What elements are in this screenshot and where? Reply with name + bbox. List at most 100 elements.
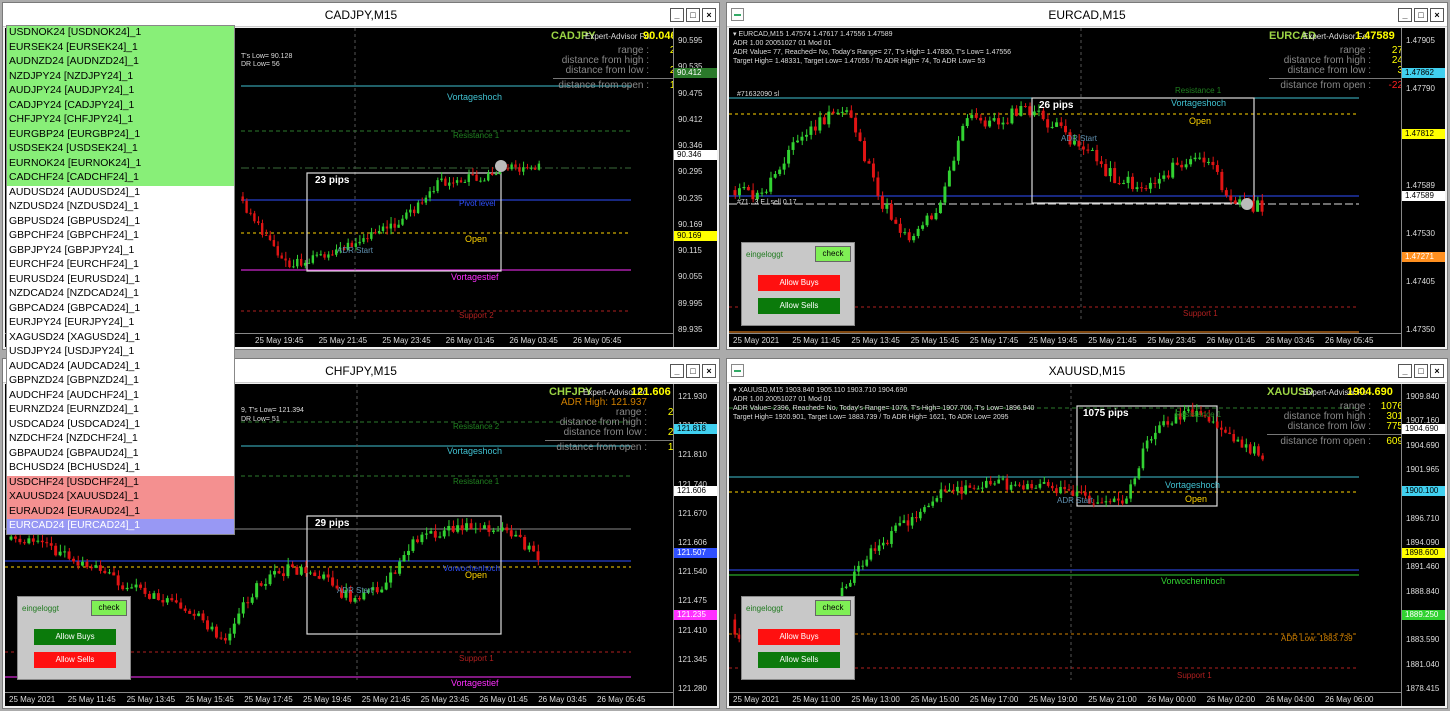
chart-window-eurcad[interactable]: EURCAD,M15 _ □ × ▾ EURCAD,M15 1.47574 1.… xyxy=(726,2,1448,350)
allow-sells-button[interactable]: Allow Sells xyxy=(758,652,840,668)
symbol-list-item[interactable]: EURNZD24 [EURNZD24]_1 xyxy=(7,403,234,418)
time-axis[interactable]: 25 May 2021 25 May 11:00 25 May 13:00 25 Ma… xyxy=(729,692,1401,706)
symbol-list-item[interactable]: AUDUSD24 [AUDUSD24]_1 xyxy=(7,185,234,200)
allow-sells-button[interactable]: Allow Sells xyxy=(34,652,116,668)
minimize-button[interactable]: _ xyxy=(670,8,684,22)
candle-body xyxy=(1122,182,1126,184)
price-axis[interactable]: 1909.8401907.1601904.6901901.9651899.340… xyxy=(1401,384,1445,706)
price-tick-label: 1.47790 xyxy=(1406,84,1435,94)
candle-body xyxy=(456,525,460,532)
candle-body xyxy=(526,167,529,169)
close-button[interactable]: × xyxy=(702,8,716,22)
candle-body xyxy=(1001,122,1005,125)
symbol-list-item[interactable]: NZDJPY24 [NZDJPY24]_1 xyxy=(7,69,234,84)
candle-body xyxy=(898,223,902,233)
symbol-list-item[interactable]: EURUSD24 [EURUSD24]_1 xyxy=(7,272,234,287)
close-button[interactable]: × xyxy=(1430,8,1444,22)
minimize-button[interactable]: _ xyxy=(1398,364,1412,378)
level-label: ADR Start xyxy=(1061,134,1098,143)
symbol-list-item[interactable]: USDCHF24 [USDCHF24]_1 xyxy=(7,475,234,490)
candle-body xyxy=(796,140,799,143)
indicator-info-line: ADR Value= 77, Reached= No, Today's Rang… xyxy=(733,49,1012,56)
symbol-list-item[interactable]: AUDNZD24 [AUDNZD24]_1 xyxy=(7,55,234,70)
symbol-list-item[interactable]: EURNOK24 [EURNOK24]_1 xyxy=(7,156,234,171)
symbol-list-item[interactable]: USDNOK24 [USDNOK24]_1 xyxy=(7,26,234,41)
price-tag: 1.47589 xyxy=(1402,190,1445,201)
symbol-list-item[interactable]: EURGBP24 [EURGBP24]_1 xyxy=(7,127,234,142)
ea-stats-panel: range :23 distance from high :1 distance… xyxy=(553,46,681,91)
maximize-button[interactable]: □ xyxy=(1414,8,1428,22)
symbol-list-item[interactable]: GBPUSD24 [GBPUSD24]_1 xyxy=(7,214,234,229)
check-button[interactable]: check xyxy=(815,600,851,616)
symbol-list-item[interactable]: USDCAD24 [USDCAD24]_1 xyxy=(7,417,234,432)
candle-body xyxy=(255,583,259,598)
check-button[interactable]: check xyxy=(815,246,851,262)
candle-body xyxy=(147,593,151,599)
symbol-list-item[interactable]: EURSEK24 [EURSEK24]_1 xyxy=(7,40,234,55)
maximize-button[interactable]: □ xyxy=(1414,364,1428,378)
symbol-list-item[interactable]: EURJPY24 [EURJPY24]_1 xyxy=(7,316,234,331)
candle-body xyxy=(246,602,250,604)
symbol-list-item[interactable]: BCHUSD24 [BCHUSD24]_1 xyxy=(7,461,234,476)
window-titlebar[interactable]: CADJPY,M15 _ □ × xyxy=(3,3,719,27)
candle-body xyxy=(432,191,435,193)
price-tick-label: 121.475 xyxy=(678,596,707,606)
price-axis[interactable]: 121.930121.870121.810121.740121.670121.6… xyxy=(673,384,717,706)
candle-body xyxy=(125,587,129,590)
maximize-button[interactable]: □ xyxy=(686,8,700,22)
symbol-list-item[interactable]: EURCHF24 [EURCHF24]_1 xyxy=(7,258,234,273)
price-axis[interactable]: 1.479051.477901.477051.475891.475301.474… xyxy=(1401,28,1445,347)
symbol-list-item[interactable]: AUDCAD24 [AUDCAD24]_1 xyxy=(7,359,234,374)
symbol-list-item[interactable]: USDSEK24 [USDSEK24]_1 xyxy=(7,142,234,157)
candle-body xyxy=(1244,444,1248,448)
time-tick-label: 25 May 17:45 xyxy=(244,695,293,704)
symbol-list-item[interactable]: GBPAUD24 [GBPAUD24]_1 xyxy=(7,446,234,461)
symbol-list-item[interactable]: AUDCHF24 [AUDCHF24]_1 xyxy=(7,388,234,403)
allow-buys-button[interactable]: Allow Buys xyxy=(758,275,840,291)
minimize-button[interactable]: _ xyxy=(1398,8,1412,22)
symbol-list-item[interactable]: NZDCHF24 [NZDCHF24]_1 xyxy=(7,432,234,447)
symbol-list-item[interactable]: GBPNZD24 [GBPNZD24]_1 xyxy=(7,374,234,389)
minimize-button[interactable]: _ xyxy=(670,364,684,378)
candle-body xyxy=(997,479,1000,484)
candle-body xyxy=(36,540,40,542)
symbol-list-item[interactable]: EURCAD24 [EURCAD24]_1 xyxy=(7,519,234,534)
candle-body xyxy=(134,584,138,588)
close-button[interactable]: × xyxy=(702,364,716,378)
symbol-list-item[interactable]: EURAUD24 [EURAUD24]_1 xyxy=(7,504,234,519)
candle-body xyxy=(407,550,410,556)
maximize-button[interactable]: □ xyxy=(686,364,700,378)
symbol-list-item[interactable]: XAUUSD24 [XAUUSD24]_1 xyxy=(7,490,234,505)
allow-sells-button[interactable]: Allow Sells xyxy=(758,298,840,314)
symbol-list-item[interactable]: AUDJPY24 [AUDJPY24]_1 xyxy=(7,84,234,99)
symbol-list-item[interactable]: NZDCAD24 [NZDCAD24]_1 xyxy=(7,287,234,302)
close-button[interactable]: × xyxy=(1430,364,1444,378)
symbol-list-item[interactable]: CHFJPY24 [CHFJPY24]_1 xyxy=(7,113,234,128)
price-axis[interactable]: 90.595 90.535 90.475 90.412 90.346 90.295 90.2… xyxy=(673,28,717,347)
symbol-list-dropdown[interactable]: USDNOK24 [USDNOK24]_1 EURSEK24 [EURSEK24]… xyxy=(6,25,235,535)
time-axis[interactable]: 25 May 2021 25 May 11:45 25 May 13:45 25 Ma… xyxy=(5,692,673,706)
symbol-list-item[interactable]: USDJPY24 [USDJPY24]_1 xyxy=(7,345,234,360)
candle-body xyxy=(952,489,955,492)
window-titlebar[interactable]: EURCAD,M15 _ □ × xyxy=(727,3,1447,27)
check-button[interactable]: check xyxy=(91,600,127,616)
candle-body xyxy=(1005,478,1009,490)
symbol-list-item[interactable]: XAGUSD24 [XAGUSD24]_1 xyxy=(7,330,234,345)
candle-body xyxy=(1108,168,1112,177)
allow-buys-button[interactable]: Allow Buys xyxy=(758,629,840,645)
symbol-list-item[interactable]: GBPCAD24 [GBPCAD24]_1 xyxy=(7,301,234,316)
symbol-list-item[interactable]: GBPCHF24 [GBPCHF24]_1 xyxy=(7,229,234,244)
chart-plot-area[interactable]: ▾ EURCAD,M15 1.47574 1.47617 1.47556 1.4… xyxy=(729,28,1445,347)
allow-buys-button[interactable]: Allow Buys xyxy=(34,629,116,645)
symbol-list-item[interactable]: CADCHF24 [CADCHF24]_1 xyxy=(7,171,234,186)
symbol-list-item[interactable]: CADJPY24 [CADJPY24]_1 xyxy=(7,98,234,113)
window-titlebar[interactable]: XAUUSD,M15 _ □ × xyxy=(727,359,1447,383)
candle-body xyxy=(1228,432,1231,434)
pips-label: 23 pips xyxy=(315,175,350,186)
chart-window-xauusd[interactable]: XAUUSD,M15 _ □ × ▾ XAUUSD,M15 1903.840 1… xyxy=(726,358,1448,709)
chart-plot-area[interactable]: ▾ XAUUSD,M15 1903.840 1905.110 1903.710 … xyxy=(729,384,1445,706)
symbol-list-item[interactable]: GBPJPY24 [GBPJPY24]_1 xyxy=(7,243,234,258)
symbol-list-item[interactable]: NZDUSD24 [NZDUSD24]_1 xyxy=(7,200,234,215)
candle-body xyxy=(916,228,920,236)
time-axis[interactable]: 25 May 2021 25 May 11:45 25 May 13:45 25 Ma… xyxy=(729,333,1401,347)
